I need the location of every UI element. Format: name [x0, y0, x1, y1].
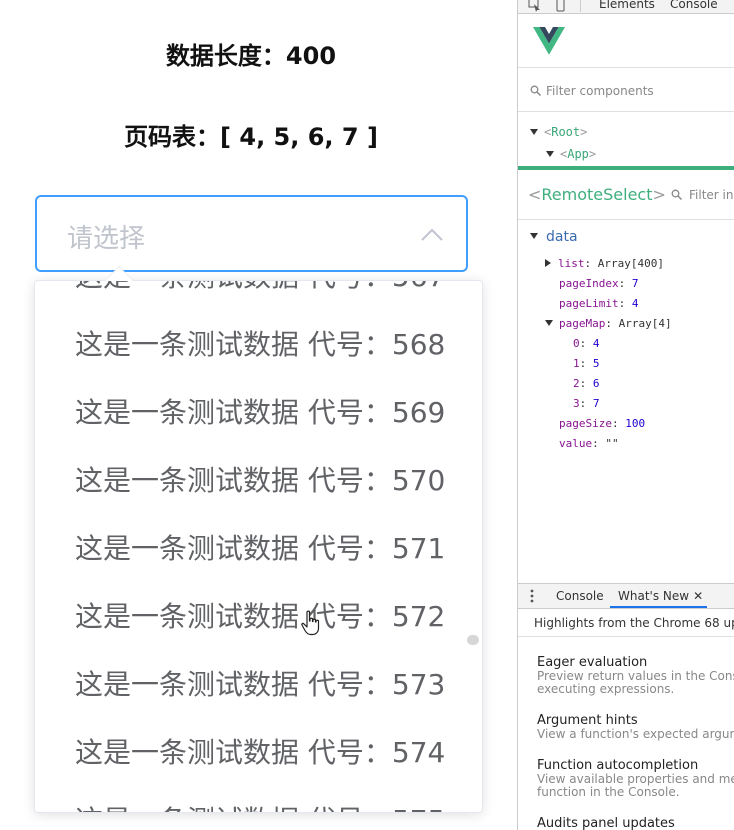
feature-function-autocompletion[interactable]: Function autocompletion View available p…: [537, 758, 734, 799]
option-item[interactable]: 这是一条测试数据 代号：574: [75, 731, 445, 771]
data-prop-pagemap-item[interactable]: 1: 5: [573, 357, 600, 370]
remote-select-input[interactable]: 请选择: [35, 195, 468, 272]
divider: [518, 67, 734, 68]
demo-app: 数据长度：400 页码表：[ 4, 5, 6, 7 ] 请选择 这是一条测试数据…: [0, 0, 517, 830]
feature-eager-evaluation[interactable]: Eager evaluation Preview return values i…: [537, 655, 734, 696]
option-item[interactable]: 这是一条测试数据 代号：573: [75, 663, 445, 703]
drawer-tab-whats-new[interactable]: What's New ✕: [610, 589, 708, 608]
tab-elements[interactable]: Elements: [599, 0, 655, 11]
feature-argument-hints[interactable]: Argument hints View a function's expecte…: [537, 713, 734, 741]
option-item[interactable]: 这是一条测试数据 代号：569: [75, 391, 445, 431]
device-toolbar-icon[interactable]: [554, 0, 568, 12]
search-icon: [671, 189, 682, 200]
tree-node-root[interactable]: <Root>: [530, 125, 587, 139]
devtools-tabbar: Elements Console: [518, 0, 734, 14]
option-item[interactable]: 这是一条测试数据 代号：570: [75, 459, 445, 499]
hand-pointer-cursor-icon: [301, 610, 320, 636]
feature-audits-panel-updates[interactable]: Audits panel updates: [537, 816, 675, 830]
page-map-heading: 页码表：[ 4, 5, 6, 7 ]: [124, 123, 378, 151]
tree-node-app[interactable]: <App>: [546, 147, 596, 161]
data-prop-pagemap-item[interactable]: 3: 7: [573, 397, 600, 410]
more-menu-icon[interactable]: [530, 589, 534, 603]
filter-components-placeholder: Filter components: [546, 84, 654, 98]
chevron-up-icon: [421, 228, 443, 241]
vue-logo-icon: [533, 27, 565, 55]
expand-triangle-icon: [530, 233, 538, 239]
expand-triangle-icon: [545, 320, 553, 326]
filter-components-input[interactable]: Filter components: [530, 84, 654, 98]
data-prop-pagemap-item[interactable]: 0: 4: [573, 337, 600, 350]
data-prop-value[interactable]: value: "": [559, 437, 619, 450]
devtools-panel: Elements Console Filter components <Root…: [517, 0, 734, 830]
select-dropdown[interactable]: 这是一条测试数据 代号：567 这是一条测试数据 代号：568 这是一条测试数据…: [34, 280, 483, 813]
option-item[interactable]: 这是一条测试数据 代号：571: [75, 527, 445, 567]
dropdown-scrollbar-thumb[interactable]: [467, 635, 479, 645]
data-prop-list[interactable]: list: Array[400]: [545, 257, 664, 270]
filter-inspected-data-input[interactable]: Filter inspected data: [671, 188, 734, 202]
data-prop-pagesize[interactable]: pageSize: 100: [559, 417, 645, 430]
divider: [518, 111, 734, 112]
selected-component-name: <RemoteSelect>: [528, 185, 666, 204]
expand-triangle-icon: [530, 129, 538, 135]
option-item[interactable]: 这是一条测试数据 代号：572: [75, 595, 445, 635]
close-icon[interactable]: ✕: [693, 589, 703, 603]
expand-triangle-icon: [546, 151, 554, 157]
dropdown-pointer: [105, 267, 133, 281]
data-prop-pagemap-item[interactable]: 2: 6: [573, 377, 600, 390]
select-placeholder: 请选择: [67, 224, 146, 254]
data-section-toggle[interactable]: data: [530, 229, 578, 245]
divider: [518, 219, 734, 220]
drawer-tab-console[interactable]: Console: [556, 589, 604, 603]
inspect-element-icon[interactable]: [528, 0, 542, 12]
option-item[interactable]: 这是一条测试数据 代号：567: [75, 281, 445, 295]
data-prop-pageindex[interactable]: pageIndex: 7: [559, 277, 638, 290]
collapse-triangle-icon: [545, 259, 551, 267]
tab-console[interactable]: Console: [670, 0, 718, 11]
tabbar-separator: [580, 0, 581, 12]
filter-inspected-placeholder: Filter inspected data: [689, 188, 734, 202]
drawer-tabbar: Console What's New ✕: [518, 583, 734, 609]
data-prop-pagemap[interactable]: pageMap: Array[4]: [545, 317, 672, 330]
search-icon: [530, 85, 541, 96]
option-item[interactable]: 这是一条测试数据 代号：568: [75, 323, 445, 363]
option-item[interactable]: 这是一条测试数据 代号：575: [75, 799, 445, 812]
data-length-heading: 数据长度：400: [165, 42, 337, 70]
whats-new-header: Highlights from the Chrome 68 update: [518, 609, 734, 637]
selected-node-highlight[interactable]: [518, 166, 734, 170]
data-prop-pagelimit[interactable]: pageLimit: 4: [559, 297, 638, 310]
